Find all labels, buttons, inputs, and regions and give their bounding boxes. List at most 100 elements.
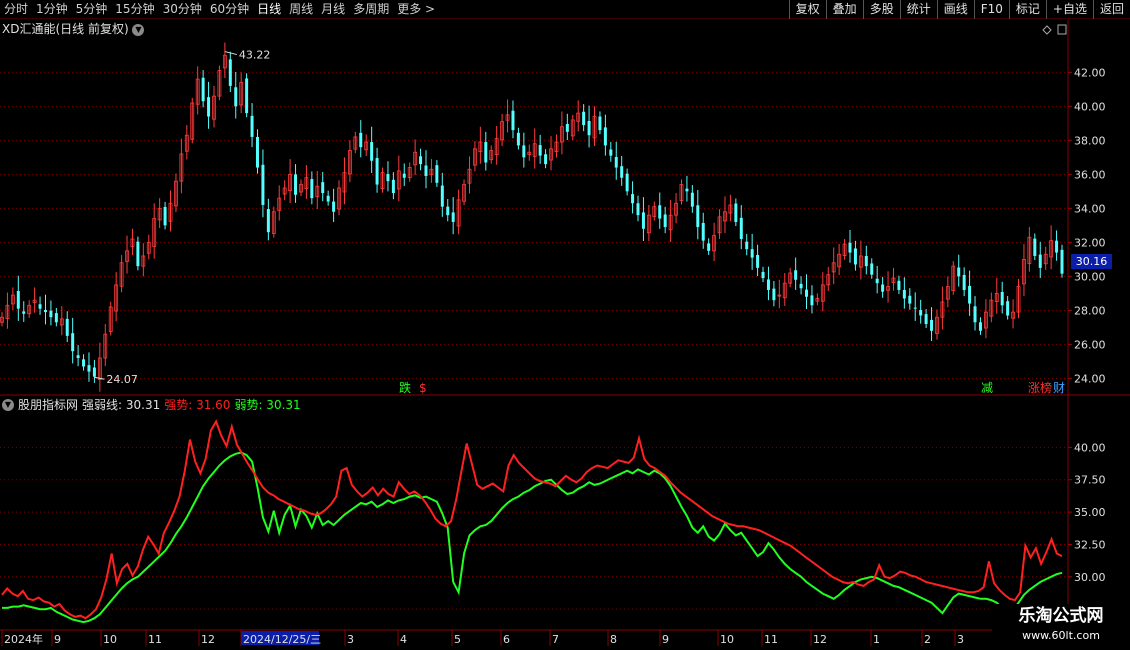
high-pointer	[224, 51, 237, 56]
period-tab[interactable]: 15分钟	[111, 0, 158, 19]
candle-body	[690, 192, 694, 207]
tool-button[interactable]: F10	[973, 0, 1009, 19]
candle-body	[511, 110, 515, 131]
candle-body	[930, 319, 934, 331]
candle-body	[424, 165, 428, 177]
period-tab[interactable]: 更多 >	[393, 0, 439, 19]
candle-body	[538, 145, 542, 156]
strong-value: 强势: 31.60	[164, 398, 231, 412]
candle-body	[1033, 238, 1037, 256]
tool-button[interactable]: 返回	[1092, 0, 1130, 19]
candle-body	[582, 111, 586, 126]
candle-body	[228, 59, 232, 86]
candle-body	[875, 278, 879, 284]
event-marker-dollar: $	[419, 381, 427, 395]
candle-body	[908, 295, 912, 304]
candle-body	[978, 322, 982, 331]
tool-button[interactable]: 画线	[936, 0, 974, 19]
watermark-url: www.60lt.com	[1022, 629, 1100, 642]
period-tab[interactable]: 1分钟	[32, 0, 72, 19]
period-tab[interactable]: 周线	[285, 0, 317, 19]
tool-button[interactable]: 多股	[862, 0, 900, 19]
indicator-tick-label: 30.00	[1074, 571, 1106, 584]
time-label: 2	[924, 633, 931, 646]
stock-title[interactable]: XD汇通能(日线 前复权) ▼	[2, 21, 145, 37]
candle-body	[359, 132, 363, 148]
indicator-title[interactable]: ▼ 股朋指标网 强弱线: 30.31 强势: 31.60 弱势: 30.31	[2, 397, 301, 413]
price-tick-label: 38.00	[1074, 134, 1106, 147]
chevron-down-icon[interactable]: ▼	[132, 23, 145, 36]
time-label: 11	[148, 633, 162, 646]
candle-body	[609, 149, 613, 156]
time-label: 8	[610, 633, 617, 646]
tool-button[interactable]: 标记	[1008, 0, 1046, 19]
candle-body	[82, 359, 86, 367]
candle-body	[565, 124, 569, 132]
time-label: 9	[54, 633, 61, 646]
event-marker-die: 跌	[399, 380, 411, 395]
candle-body	[375, 158, 379, 185]
price-axis: 24.00 26.00 28.00 30.00 32.00 34.00 36.00 38.00…	[1068, 66, 1106, 616]
strong-weak-value: 强弱线: 30.31	[82, 398, 161, 412]
candle-body	[973, 306, 977, 323]
candlestick-series	[0, 42, 1064, 392]
tool-button[interactable]: +自选	[1045, 0, 1093, 19]
time-label: 4	[400, 633, 407, 646]
candle-body	[636, 203, 640, 216]
period-tab[interactable]: 多周期	[349, 0, 393, 19]
candle-body	[734, 203, 738, 222]
candle-body	[22, 311, 26, 314]
candle-body	[16, 290, 20, 309]
time-label: 7	[552, 633, 559, 646]
candle-body	[163, 206, 167, 226]
candle-body	[43, 310, 47, 313]
candle-body	[391, 179, 395, 194]
candle-body	[881, 284, 885, 292]
event-markers: 43.22 24.07 跌 $ 减 涨榜财	[94, 24, 1067, 395]
candle-body	[587, 120, 591, 136]
candle-body	[451, 212, 455, 222]
period-tab[interactable]: 30分钟	[159, 0, 206, 19]
indicator-tick-label: 37.50	[1074, 474, 1106, 487]
time-label: 6	[503, 633, 510, 646]
time-label: 12	[813, 633, 827, 646]
candle-body	[76, 355, 80, 358]
low-label: 24.07	[106, 373, 137, 386]
kline-chart-area[interactable]: 24.00 26.00 28.00 30.00 32.00 34.00 36.00 38.00…	[0, 20, 1130, 650]
current-price-badge: 30.16	[1071, 254, 1112, 269]
candle-body	[658, 205, 662, 219]
candle-body	[625, 173, 629, 192]
tool-button[interactable]: 统计	[899, 0, 937, 19]
candle-body	[207, 97, 211, 117]
expand-icon	[1057, 24, 1067, 35]
period-tab[interactable]: 日线	[253, 0, 285, 19]
watermark: 乐淘公式网 www.60lt.com	[992, 604, 1130, 650]
candle-body	[332, 201, 336, 212]
indicator-tick-label: 40.00	[1074, 441, 1106, 454]
candle-body	[245, 78, 249, 114]
candle-body	[598, 116, 602, 131]
chevron-down-icon[interactable]: ▼	[2, 399, 14, 411]
candle-body	[326, 195, 330, 202]
period-tab[interactable]: 5分钟	[72, 0, 112, 19]
period-tab[interactable]: 月线	[317, 0, 349, 19]
candle-body	[1038, 254, 1042, 268]
tool-button[interactable]: 叠加	[825, 0, 863, 19]
candle-body	[386, 173, 390, 182]
tool-button[interactable]: 复权	[788, 0, 826, 19]
candle-body	[631, 194, 635, 204]
event-marker-zhang: 涨榜	[1028, 380, 1052, 395]
period-tabs: 分时 1分钟 5分钟 15分钟 30分钟 60分钟 日线 周线 月线 多周期 更多 >	[0, 0, 439, 19]
candle-body	[71, 333, 75, 352]
time-label: 1	[873, 633, 880, 646]
candle-body	[756, 254, 760, 268]
price-tick-label: 28.00	[1074, 304, 1106, 317]
candle-body	[696, 205, 700, 228]
candle-body	[38, 304, 42, 309]
candle-body	[261, 164, 265, 205]
period-tab[interactable]: 分时	[0, 0, 32, 19]
candle-body	[87, 365, 91, 372]
candle-body	[902, 289, 906, 299]
period-tab[interactable]: 60分钟	[206, 0, 253, 19]
candle-body	[603, 127, 607, 146]
